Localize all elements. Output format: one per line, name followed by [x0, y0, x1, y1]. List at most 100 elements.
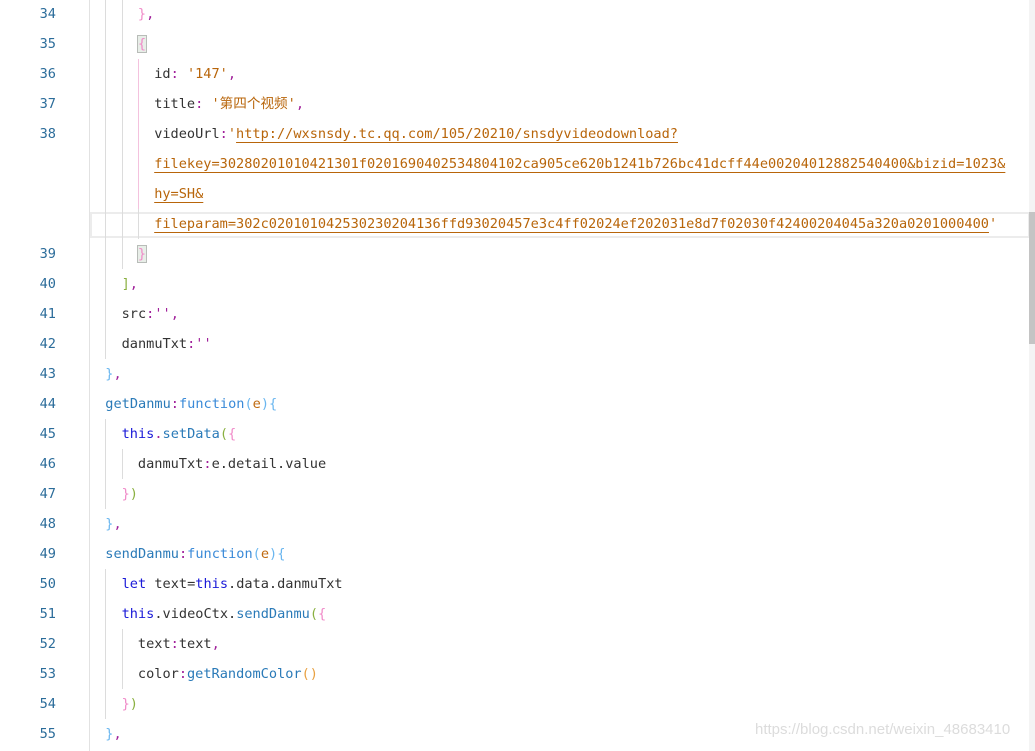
code-text: let text=this.data.danmuTxt: [122, 569, 343, 599]
code-line[interactable]: 45 this.setData({: [0, 419, 1028, 449]
line-number: 54: [39, 696, 56, 712]
code-line[interactable]: 37 title: '第四个视频',: [0, 89, 1028, 119]
code-line[interactable]: 43},: [0, 359, 1028, 389]
indent-guide: [121, 29, 123, 59]
code-editor[interactable]: 34}, 35 {36 id: '147', 37 title: '第四个视频', 38 vi…: [0, 0, 1030, 751]
code-line[interactable]: 36 id: '147',: [0, 59, 1028, 89]
vertical-scrollbar[interactable]: [1029, 0, 1035, 751]
indent-guide: [105, 419, 107, 449]
code-text: },: [105, 719, 121, 749]
indent-guide: [105, 59, 107, 89]
code-token: fileparam=302c020101042530230204136ffd93…: [154, 216, 989, 232]
code-token: '第四个视频': [211, 96, 296, 112]
code-token: e: [252, 396, 261, 412]
code-token: }: [136, 245, 148, 263]
line-number: 49: [39, 546, 56, 562]
code-token: (: [309, 606, 319, 622]
code-line[interactable]: 39}: [0, 239, 1028, 269]
line-number: 37: [39, 96, 56, 112]
line-number: 53: [39, 666, 56, 682]
code-line[interactable]: 52 text:text,: [0, 629, 1028, 659]
code-text: }: [136, 239, 148, 269]
code-token: :: [195, 96, 212, 112]
code-line[interactable]: 46 danmuTxt:e.detail.value: [0, 449, 1028, 479]
code-token: {: [277, 546, 286, 562]
indent-guide: [105, 299, 107, 329]
code-line[interactable]: filekey=30280201010421301f02016904025348…: [0, 149, 1028, 179]
code-line[interactable]: hy=SH&: [0, 179, 1028, 209]
indent-guide: [105, 629, 107, 659]
code-line[interactable]: 54}): [0, 689, 1028, 719]
indent-guide: [137, 89, 139, 119]
indent-guide: [121, 239, 123, 269]
code-text: this.setData({: [122, 419, 237, 449]
code-token: ): [269, 546, 278, 562]
code-line[interactable]: 48},: [0, 509, 1028, 539]
code-text: this.videoCtx.sendDanmu({: [122, 599, 327, 629]
code-token: text: [137, 636, 171, 652]
line-number: 41: [39, 306, 56, 322]
code-line[interactable]: 50 let text=this.data.danmuTxt: [0, 569, 1028, 599]
indent-guide: [121, 149, 123, 179]
scrollbar-thumb[interactable]: [1029, 212, 1035, 344]
code-text: ],: [122, 269, 138, 299]
indent-guide: [121, 659, 123, 689]
code-token: }: [121, 486, 130, 502]
code-line[interactable]: 51 this.videoCtx.sendDanmu({: [0, 599, 1028, 629]
code-line[interactable]: 53 color:getRandomColor(): [0, 659, 1028, 689]
code-text: src:'',: [122, 299, 179, 329]
code-token: .data.danmuTxt: [228, 576, 343, 592]
indent-guide: [137, 59, 139, 89]
indent-guide: [105, 29, 107, 59]
code-line[interactable]: 44 getDanmu:function(e){: [0, 389, 1028, 419]
code-token: this: [121, 606, 155, 622]
code-text: },: [105, 359, 121, 389]
line-number: 46: [39, 456, 56, 472]
code-line[interactable]: 42 danmuTxt:'': [0, 329, 1028, 359]
code-token: function: [178, 396, 245, 412]
code-token: let: [121, 576, 155, 592]
line-number: 38: [39, 126, 56, 142]
code-line[interactable]: 34},: [0, 0, 1028, 29]
code-line[interactable]: 41 src:'',: [0, 299, 1028, 329]
code-text: fileparam=302c020101042530230204136ffd93…: [154, 209, 997, 239]
code-line[interactable]: fileparam=302c020101042530230204136ffd93…: [0, 209, 1028, 239]
line-number: 43: [39, 366, 56, 382]
indent-guide: [105, 89, 107, 119]
code-token: ): [129, 486, 138, 502]
code-token: {: [269, 396, 278, 412]
code-token: text: [178, 636, 212, 652]
code-line[interactable]: 40],: [0, 269, 1028, 299]
line-number: 40: [39, 276, 56, 292]
code-token: ,: [113, 366, 122, 382]
line-number: 50: [39, 576, 56, 592]
code-token: hy=SH&: [154, 186, 204, 202]
indent-guide: [105, 0, 107, 29]
code-token: getRandomColor: [187, 666, 302, 682]
code-token: }: [137, 6, 147, 22]
code-token: ,: [113, 516, 122, 532]
code-token: getDanmu: [105, 396, 171, 412]
indent-guide: [105, 239, 107, 269]
code-token: sendDanmu: [105, 546, 179, 562]
code-line[interactable]: 38 videoUrl:'http://wxsnsdy.tc.qq.com/105…: [0, 119, 1028, 149]
code-token: }: [121, 696, 130, 712]
code-line[interactable]: 35 {: [0, 29, 1028, 59]
code-token: :'': [187, 336, 212, 352]
code-text: },: [105, 509, 121, 539]
line-number: 36: [39, 66, 56, 82]
line-number: 47: [39, 486, 56, 502]
line-number: 35: [39, 36, 56, 52]
code-token: ,: [211, 636, 220, 652]
indent-guide: [121, 59, 123, 89]
code-token: ': [988, 216, 998, 232]
code-line[interactable]: 49 sendDanmu:function(e){: [0, 539, 1028, 569]
indent-guide: [121, 89, 123, 119]
code-token: :: [219, 126, 228, 142]
code-token: videoUrl: [154, 126, 220, 142]
indent-guide: [105, 179, 107, 209]
line-number: 42: [39, 336, 56, 352]
code-token: sendDanmu: [236, 606, 310, 622]
indent-guide: [105, 689, 107, 719]
code-line[interactable]: 47}): [0, 479, 1028, 509]
